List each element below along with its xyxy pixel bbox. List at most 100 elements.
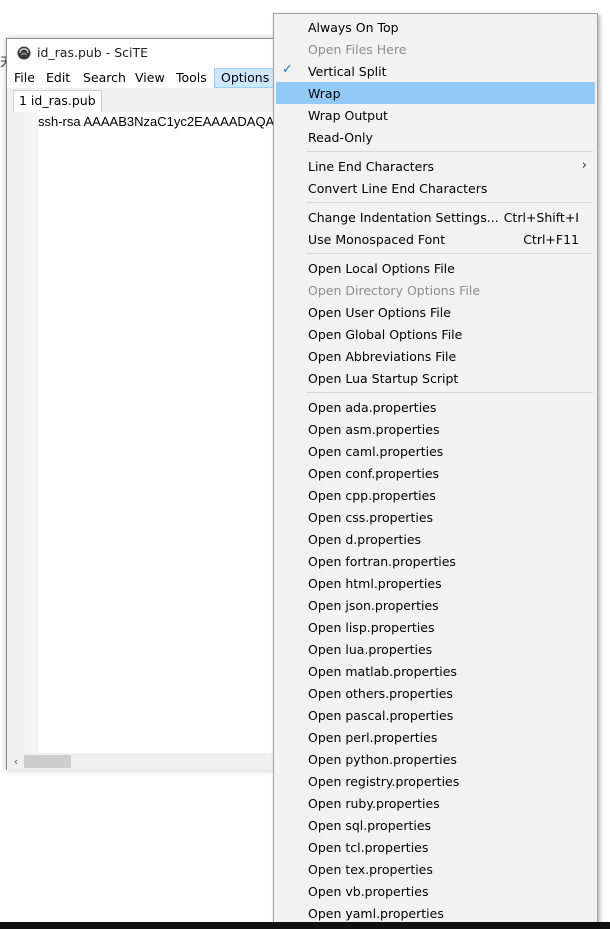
menu-item-label: Convert Line End Characters [308,181,488,196]
menu-item-label: Open tex.properties [308,862,433,877]
menu-item-change-indentation-settings[interactable]: Change Indentation Settings... Ctrl+Shif… [276,206,595,228]
menu-item-open-yaml-properties[interactable]: Open yaml.properties [276,902,595,924]
menu-item-open-tcl-properties[interactable]: Open tcl.properties [276,836,595,858]
menu-item-open-fortran-properties[interactable]: Open fortran.properties [276,550,595,572]
scite-window: id_ras.pub - SciTE File Edit Search View… [6,38,278,770]
menu-item-open-cpp-properties[interactable]: Open cpp.properties [276,484,595,506]
menu-item-open-others-properties[interactable]: Open others.properties [276,682,595,704]
menu-item-label: Open html.properties [308,576,442,591]
menu-edit[interactable]: Edit [40,68,76,88]
menu-item-open-python-properties[interactable]: Open python.properties [276,748,595,770]
menu-item-label: Open lisp.properties [308,620,435,635]
menu-item-label: Open caml.properties [308,444,444,459]
menu-item-always-on-top[interactable]: Always On Top [276,16,595,38]
menu-item-open-local-options-file[interactable]: Open Local Options File [276,257,595,279]
menu-item-label: Open python.properties [308,752,457,767]
menu-item-open-css-properties[interactable]: Open css.properties [276,506,595,528]
menu-item-label: Vertical Split [308,64,387,79]
menu-item-open-html-properties[interactable]: Open html.properties [276,572,595,594]
menu-item-open-vb-properties[interactable]: Open vb.properties [276,880,595,902]
code-line[interactable]: ssh-rsa AAAAB3NzaC1yc2EAAAADAQABAAABAQ [38,114,278,130]
menu-view[interactable]: View [129,68,171,88]
menu-item-convert-line-end-characters[interactable]: Convert Line End Characters [276,177,595,199]
menu-item-label: Line End Characters [308,159,434,174]
line-number-margin [7,112,24,753]
menu-item-open-asm-properties[interactable]: Open asm.properties [276,418,595,440]
menu-search[interactable]: Search [77,68,132,88]
menu-item-open-json-properties[interactable]: Open json.properties [276,594,595,616]
menu-item-open-lua-startup-script[interactable]: Open Lua Startup Script [276,367,595,389]
menu-item-wrap-output[interactable]: Wrap Output [276,104,595,126]
menu-separator [306,253,593,254]
menu-item-open-abbreviations-file[interactable]: Open Abbreviations File [276,345,595,367]
menu-item-open-ruby-properties[interactable]: Open ruby.properties [276,792,595,814]
menu-separator [306,151,593,152]
menu-separator [306,202,593,203]
menu-item-label: Open Lua Startup Script [308,371,459,386]
menu-item-open-perl-properties[interactable]: Open perl.properties [276,726,595,748]
menu-item-label: Open vb.properties [308,884,429,899]
menu-item-open-directory-options-file[interactable]: Open Directory Options File [276,279,595,301]
submenu-arrow-icon: › [581,158,587,173]
menu-item-label: Change Indentation Settings... [308,210,499,225]
menu-item-label: Open tcl.properties [308,840,429,855]
menu-item-label: Always On Top [308,20,399,35]
menu-item-open-caml-properties[interactable]: Open caml.properties [276,440,595,462]
menu-item-open-registry-properties[interactable]: Open registry.properties [276,770,595,792]
menu-item-open-conf-properties[interactable]: Open conf.properties [276,462,595,484]
menu-item-shortcut: Ctrl+F11 [523,232,579,247]
menu-item-label: Open User Options File [308,305,451,320]
menu-item-label: Open pascal.properties [308,708,454,723]
menu-file[interactable]: File [8,68,41,88]
menu-item-line-end-characters[interactable]: Line End Characters › [276,155,595,177]
menu-item-label: Open css.properties [308,510,434,525]
menu-item-label: Open d.properties [308,532,422,547]
menu-item-open-d-properties[interactable]: Open d.properties [276,528,595,550]
menu-item-use-monospaced-font[interactable]: Use Monospaced Font Ctrl+F11 [276,228,595,250]
tab-bar: 1 id_ras.pub [7,88,277,112]
menu-item-label: Open perl.properties [308,730,438,745]
menu-item-label: Open sql.properties [308,818,432,833]
menu-item-label: Read-Only [308,130,373,145]
menu-item-label: Open Local Options File [308,261,455,276]
menu-item-label: Open fortran.properties [308,554,456,569]
horizontal-scrollbar[interactable]: ‹ [7,753,277,770]
scroll-left-icon[interactable]: ‹ [9,753,23,770]
menu-bar: File Edit Search View Tools Options [7,68,277,88]
menu-item-open-files-here[interactable]: Open Files Here [276,38,595,60]
menu-options[interactable]: Options [214,68,277,88]
menu-item-label: Open lua.properties [308,642,433,657]
menu-item-label: Use Monospaced Font [308,232,446,247]
menu-item-open-tex-properties[interactable]: Open tex.properties [276,858,595,880]
menu-item-open-lua-properties[interactable]: Open lua.properties [276,638,595,660]
scroll-thumb[interactable] [24,755,71,768]
menu-item-open-user-options-file[interactable]: Open User Options File [276,301,595,323]
menu-item-label: Open ada.properties [308,400,437,415]
editor-pane[interactable]: ssh-rsa AAAAB3NzaC1yc2EAAAADAQABAAABAQ [7,112,278,753]
menu-item-read-only[interactable]: Read-Only [276,126,595,148]
tab-id-ras-pub[interactable]: 1 id_ras.pub [13,90,102,112]
menu-item-vertical-split[interactable]: ✓ Vertical Split [276,60,595,82]
menu-item-open-pascal-properties[interactable]: Open pascal.properties [276,704,595,726]
menu-item-open-sql-properties[interactable]: Open sql.properties [276,814,595,836]
menu-item-open-ada-properties[interactable]: Open ada.properties [276,396,595,418]
menu-tools[interactable]: Tools [170,68,213,88]
menu-item-open-lisp-properties[interactable]: Open lisp.properties [276,616,595,638]
menu-item-open-matlab-properties[interactable]: Open matlab.properties [276,660,595,682]
menu-item-label: Open conf.properties [308,466,440,481]
menu-item-label: Open Global Options File [308,327,463,342]
menu-item-label: Open Abbreviations File [308,349,457,364]
fold-margin [24,112,38,753]
menu-item-label: Open matlab.properties [308,664,457,679]
menu-item-label: Open registry.properties [308,774,460,789]
taskbar-edge [0,922,610,929]
menu-item-label: Open Directory Options File [308,283,481,298]
menu-item-label: Open yaml.properties [308,906,444,921]
menu-item-open-global-options-file[interactable]: Open Global Options File [276,323,595,345]
menu-item-label: Open cpp.properties [308,488,436,503]
title-bar[interactable]: id_ras.pub - SciTE [7,39,277,67]
menu-item-label: Open others.properties [308,686,453,701]
menu-item-wrap[interactable]: Wrap [276,82,595,104]
menu-item-label: Open asm.properties [308,422,440,437]
menu-item-label: Open ruby.properties [308,796,440,811]
